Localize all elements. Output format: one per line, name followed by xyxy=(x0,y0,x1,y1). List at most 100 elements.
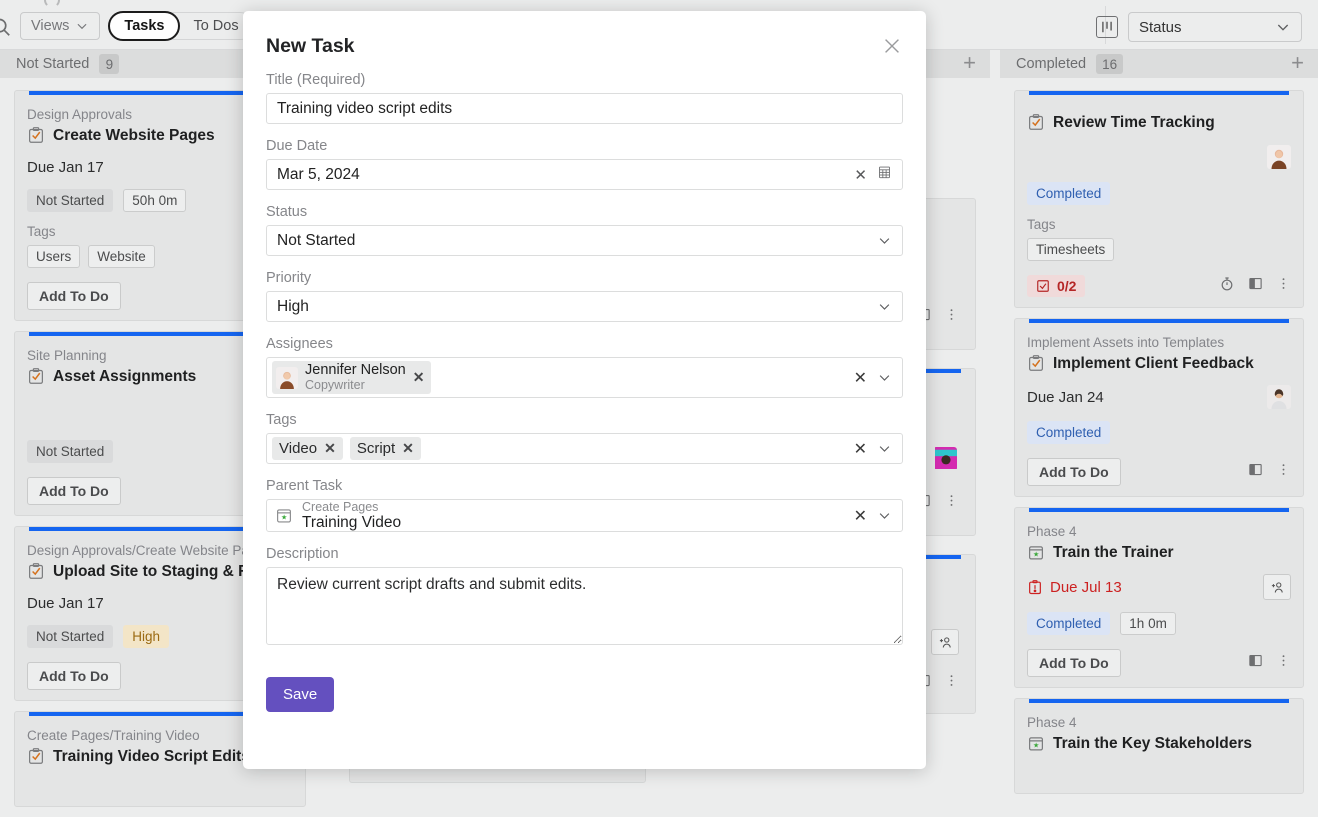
assignee-role: Copywriter xyxy=(305,377,365,392)
card-parent-path: Implement Assets into Templates xyxy=(1027,335,1225,350)
add-to-do-button[interactable]: Add To Do xyxy=(27,282,121,310)
parent-task-path: Create Pages xyxy=(302,499,379,514)
card-parent-path: Phase 4 xyxy=(1027,715,1077,730)
parent-task-name: Training Video xyxy=(302,513,402,531)
add-person-icon[interactable] xyxy=(931,629,959,655)
task-card[interactable]: Phase 4 ★ Train the Trainer Due Jul 13 C… xyxy=(1014,507,1304,688)
status-badge: Completed xyxy=(1027,182,1111,205)
time-badge: 1h 0m xyxy=(1120,612,1176,635)
more-vertical-icon[interactable] xyxy=(944,493,959,513)
task-card[interactable]: Phase 4 ★ Train the Key Stakeholders xyxy=(1014,698,1304,794)
chevron-down-icon[interactable] xyxy=(877,508,892,523)
remove-token-icon[interactable]: ✕ xyxy=(402,440,414,457)
field-assignees: Assignees Jennifer Nelson Copywriter ✕ ✕ xyxy=(266,336,903,399)
add-card-button[interactable]: + xyxy=(963,52,976,74)
task-card[interactable]: Implement Assets into Templates Implemen… xyxy=(1014,318,1304,497)
tag-token[interactable]: Script ✕ xyxy=(349,437,421,461)
views-label: Views xyxy=(31,18,70,34)
save-button[interactable]: Save xyxy=(266,677,335,713)
clear-icon[interactable]: ✕ xyxy=(854,506,867,526)
split-view-icon[interactable] xyxy=(1248,653,1263,673)
timer-icon[interactable] xyxy=(1219,276,1235,297)
card-parent-path: Phase 4 xyxy=(1027,524,1077,539)
field-label: Status xyxy=(266,204,308,220)
chevron-down-icon[interactable] xyxy=(877,441,892,456)
card-title: Train the Key Stakeholders xyxy=(1053,734,1252,752)
remove-token-icon[interactable]: ✕ xyxy=(324,440,336,457)
clipboard-check-icon xyxy=(27,126,45,145)
split-view-icon[interactable] xyxy=(1248,276,1263,296)
assignees-input[interactable]: Jennifer Nelson Copywriter ✕ ✕ xyxy=(266,357,903,399)
svg-text:★: ★ xyxy=(1033,742,1039,750)
parent-task-input[interactable]: ★ Create Pages Training Video ✕ xyxy=(266,499,903,533)
chevron-down-icon[interactable] xyxy=(877,370,892,385)
calendar-icon[interactable] xyxy=(877,164,892,185)
add-to-do-button[interactable]: Add To Do xyxy=(1027,649,1121,677)
description-textarea[interactable] xyxy=(266,567,903,646)
card-color-bar xyxy=(1029,699,1289,703)
close-icon[interactable] xyxy=(881,35,903,57)
modal-title: New Task xyxy=(266,35,355,57)
add-to-do-button[interactable]: Add To Do xyxy=(1027,458,1121,486)
tags-input[interactable]: Video ✕ Script ✕ ✕ xyxy=(266,433,903,465)
add-person-icon[interactable] xyxy=(1263,574,1291,600)
priority-select[interactable]: High xyxy=(266,291,903,322)
views-button[interactable]: Views xyxy=(20,12,101,40)
field-due-date: Due Date Mar 5, 2024 ✕ xyxy=(266,138,903,190)
tab-todos[interactable]: To Dos xyxy=(179,12,252,40)
add-to-do-button[interactable]: Add To Do xyxy=(27,662,121,690)
status-badge: Not Started xyxy=(27,189,114,212)
card-title: Train the Trainer xyxy=(1053,543,1174,561)
remove-token-icon[interactable]: ✕ xyxy=(413,369,425,386)
card-due-date: Due Jul 13 xyxy=(1027,579,1122,596)
more-vertical-icon[interactable] xyxy=(1276,276,1291,296)
field-label: Due Date xyxy=(266,138,328,154)
card-title: Training Video Script Edits xyxy=(53,747,250,765)
view-mode-segmented-control[interactable]: Tasks To Dos xyxy=(108,11,254,41)
milestone-icon: ★ xyxy=(275,506,293,525)
board-columns-icon[interactable] xyxy=(1096,16,1118,38)
clipboard-check-icon xyxy=(27,562,45,581)
card-title: Review Time Tracking xyxy=(1053,113,1215,131)
split-view-icon[interactable] xyxy=(1248,462,1263,482)
field-description: Description xyxy=(266,546,903,646)
status-select[interactable]: Not Started xyxy=(266,225,903,256)
more-vertical-icon[interactable] xyxy=(1276,653,1291,673)
more-vertical-icon[interactable] xyxy=(944,673,959,693)
add-to-do-button[interactable]: Add To Do xyxy=(27,477,121,505)
assignee-token[interactable]: Jennifer Nelson Copywriter ✕ xyxy=(272,361,432,395)
partial-cut-icon xyxy=(44,0,60,8)
card-title: Upload Site to Staging & Rou xyxy=(53,562,269,580)
tag-token[interactable]: Video ✕ xyxy=(272,437,343,461)
overdue-alert-icon xyxy=(1029,579,1041,594)
field-title: Title (Required) Training video script e… xyxy=(266,72,903,124)
clear-icon[interactable]: ✕ xyxy=(854,439,867,459)
subtask-progress-badge: 0/2 xyxy=(1027,275,1086,297)
field-label: Priority xyxy=(266,270,312,286)
task-card[interactable]: Review Time Tracking Completed Tags Time xyxy=(1014,90,1304,308)
tag-badge: Website xyxy=(88,245,155,268)
assignee-name: Jennifer Nelson xyxy=(305,362,406,378)
clear-icon[interactable]: ✕ xyxy=(854,368,867,388)
svg-text:★: ★ xyxy=(281,514,287,522)
more-vertical-icon[interactable] xyxy=(1276,462,1291,482)
due-date-input[interactable]: Mar 5, 2024 ✕ xyxy=(266,159,903,190)
title-input[interactable]: Training video script edits xyxy=(266,93,903,124)
field-parent-task: Parent Task ★ Create Pages Training Vide… xyxy=(266,478,903,533)
tab-tasks[interactable]: Tasks xyxy=(108,11,181,41)
clipboard-check-icon xyxy=(1027,354,1045,373)
search-icon[interactable] xyxy=(0,13,12,39)
tag-label: Script xyxy=(356,440,396,458)
column-title: Completed xyxy=(1016,56,1087,72)
group-by-select[interactable]: Status xyxy=(1128,12,1302,42)
clear-icon[interactable]: ✕ xyxy=(854,166,867,184)
more-vertical-icon[interactable] xyxy=(944,307,959,327)
column-count: 9 xyxy=(99,54,120,74)
chevron-down-icon xyxy=(879,304,890,310)
add-card-button[interactable]: + xyxy=(1291,52,1304,74)
checklist-icon xyxy=(1037,280,1049,292)
avatar xyxy=(1267,385,1291,409)
status-badge: Completed xyxy=(1027,612,1111,635)
card-title: Create Website Pages xyxy=(53,126,215,144)
column-title: Not Started xyxy=(16,56,90,72)
